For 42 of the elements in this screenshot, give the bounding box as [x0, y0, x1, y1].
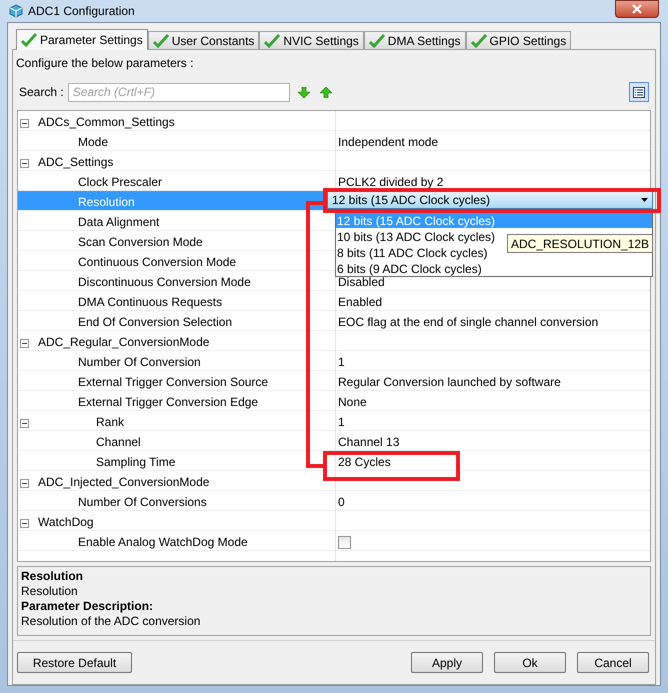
parameter-value: Enabled [338, 294, 382, 311]
search-label: Search : [19, 84, 64, 101]
parameter-name: External Trigger Conversion Source [78, 374, 268, 391]
instruction-text: Configure the below parameters : [15, 55, 194, 72]
parameter-name: DMA Continuous Requests [78, 294, 222, 311]
parameter-value: EOC flag at the end of single channel conversion [338, 314, 598, 331]
parameter-value: 1 [338, 414, 345, 431]
parameter-value: None [338, 394, 367, 411]
parameter-name: Continuous Conversion Mode [78, 254, 236, 271]
description-text: Resolution of the ADC conversion [21, 614, 202, 629]
parameter-value: 28 Cycles [338, 454, 391, 471]
parameter-value: Disabled [338, 275, 385, 291]
parameter-name: ADC_Regular_ConversionMode [38, 334, 210, 351]
parameter-name: Mode [78, 134, 108, 151]
parameter-value: PCLK2 divided by 2 [338, 174, 444, 191]
description-title: Resolution [21, 569, 84, 584]
parameter-name: Number Of Conversion [78, 354, 201, 371]
parameter-name: WatchDog [38, 514, 94, 531]
description-name: Resolution [21, 584, 79, 599]
parameter-name: Data Alignment [78, 214, 160, 231]
parameter-name: ADC_Injected_ConversionMode [38, 474, 210, 491]
parameter-value: 0 [338, 494, 345, 511]
window-title: ADC1 Configuration [28, 3, 135, 20]
parameter-name: Resolution [78, 194, 135, 211]
parameter-name: External Trigger Conversion Edge [78, 394, 258, 411]
parameter-name: Sampling Time [96, 454, 176, 471]
tooltip: ADC_RESOLUTION_12B [507, 234, 654, 253]
parameter-name: ADC_Settings [38, 154, 114, 171]
description-heading: Parameter Description: [21, 599, 154, 614]
parameter-name: Clock Prescaler [78, 174, 162, 191]
parameter-value: Independent mode [338, 134, 438, 151]
parameter-name: Rank [96, 414, 124, 431]
parameter-value: Channel 13 [338, 434, 400, 451]
parameter-name: Scan Conversion Mode [78, 234, 203, 251]
parameter-name: ADCs_Common_Settings [38, 114, 175, 131]
parameter-name: Number Of Conversions [78, 494, 207, 511]
parameter-value: 1 [338, 354, 345, 371]
parameter-name: Enable Analog WatchDog Mode [78, 534, 248, 551]
parameter-value: Regular Conversion launched by software [338, 374, 561, 391]
parameter-name: Discontinuous Conversion Mode [78, 274, 251, 291]
parameter-name: Channel [96, 434, 141, 451]
parameter-name: End Of Conversion Selection [78, 314, 232, 331]
